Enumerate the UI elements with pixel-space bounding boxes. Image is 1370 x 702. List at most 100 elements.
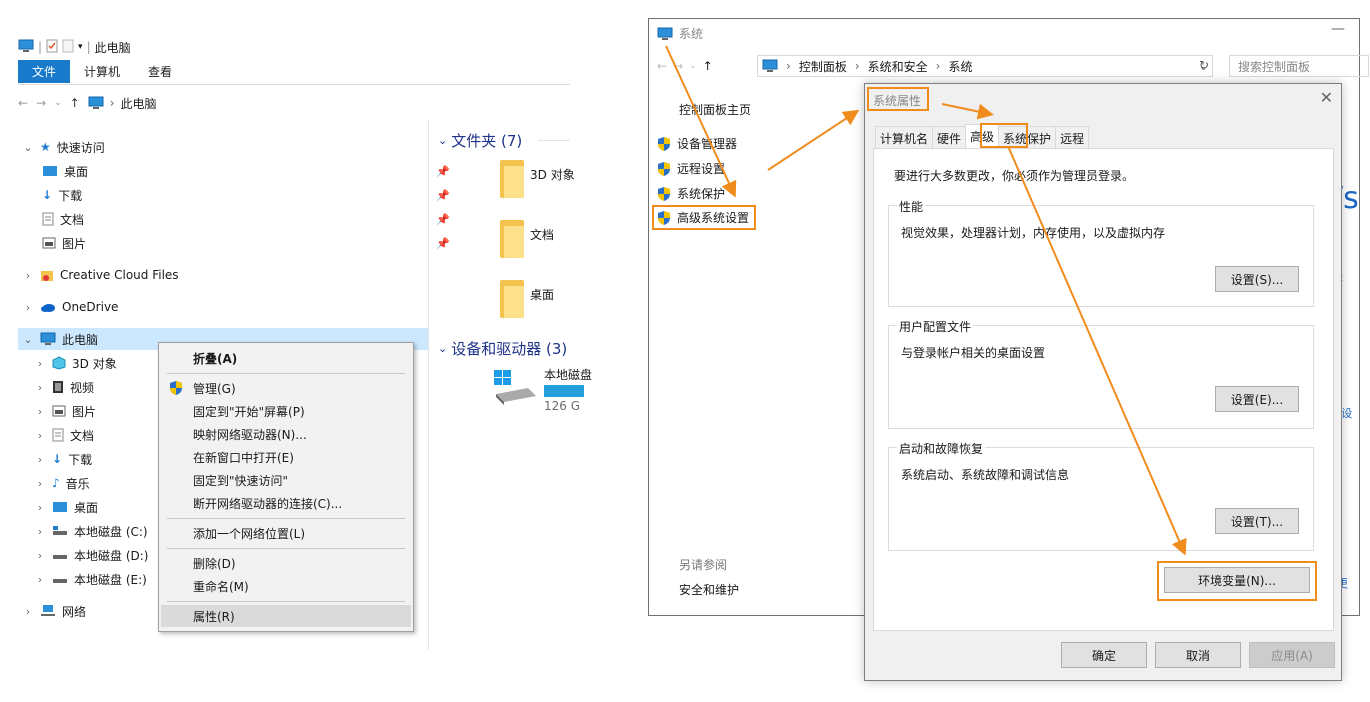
expand-chevron-icon[interactable]: › — [34, 381, 46, 394]
menu-add-network-location[interactable]: 添加一个网络位置(L) — [161, 522, 411, 544]
computer-icon[interactable] — [18, 39, 34, 56]
back-icon[interactable]: ← — [18, 96, 28, 110]
menu-properties[interactable]: 属性(R) — [161, 605, 411, 627]
drive-c-tile[interactable]: 本地磁盘 126 G — [492, 366, 592, 413]
back-icon[interactable]: ← — [657, 59, 667, 73]
forward-icon[interactable]: → — [673, 59, 683, 73]
pin-icon[interactable]: 📌 — [436, 165, 450, 178]
startup-settings-button[interactable]: 设置(T)... — [1215, 508, 1299, 534]
nav-pc-documents[interactable]: › 文档 — [34, 424, 94, 446]
menu-manage[interactable]: 管理(G) — [161, 377, 411, 399]
nav-qa-pictures[interactable]: 图片 📌 — [42, 232, 450, 254]
menu-pin-start[interactable]: 固定到"开始"屏幕(P) — [161, 400, 411, 422]
pin-icon[interactable]: 📌 — [436, 189, 450, 202]
search-input[interactable]: 搜索控制面板 — [1229, 55, 1369, 77]
tab-hardware[interactable]: 硬件 — [932, 126, 967, 148]
close-icon[interactable]: ✕ — [1320, 88, 1333, 107]
address-bar[interactable]: › 控制面板 › 系统和安全 › 系统 ⌄ — [757, 55, 1213, 77]
pin-icon[interactable]: 📌 — [436, 213, 450, 226]
tab-file[interactable]: 文件 — [18, 60, 71, 83]
recent-dropdown-icon[interactable]: ⌄ — [54, 98, 62, 108]
nav-label: 文档 — [60, 212, 85, 227]
recent-dropdown-icon[interactable]: ⌄ — [689, 61, 697, 71]
performance-settings-button[interactable]: 设置(S)... — [1215, 266, 1299, 292]
menu-pin-quick-access[interactable]: 固定到"快速访问" — [161, 469, 411, 491]
collapse-chevron-icon[interactable]: ⌄ — [438, 134, 447, 147]
link-device-manager[interactable]: 设备管理器 — [657, 135, 737, 152]
breadcrumb[interactable]: › 此电脑 — [88, 95, 157, 112]
cancel-button[interactable]: 取消 — [1155, 642, 1241, 668]
nav-network[interactable]: › 网络 — [22, 600, 86, 622]
link-remote-settings[interactable]: 远程设置 — [657, 160, 725, 177]
nav-creative-cloud[interactable]: › Creative Cloud Files — [22, 264, 179, 286]
nav-qa-documents[interactable]: 文档 📌 — [42, 208, 450, 230]
folder-documents[interactable]: 文档 — [500, 218, 554, 258]
expand-chevron-icon[interactable]: › — [22, 605, 34, 618]
forward-icon[interactable]: → — [36, 96, 46, 110]
collapse-chevron-icon[interactable]: ⌄ — [438, 342, 447, 355]
apply-button[interactable]: 应用(A) — [1249, 642, 1335, 668]
nav-pc-drive-d[interactable]: › 本地磁盘 (D:) — [34, 544, 149, 566]
nav-pc-pictures[interactable]: › 图片 — [34, 400, 96, 422]
pin-icon[interactable]: 📌 — [436, 237, 450, 250]
nav-pc-videos[interactable]: › 视频 — [34, 376, 94, 398]
nav-pc-3d-objects[interactable]: › 3D 对象 — [34, 352, 117, 374]
link-security-maintenance[interactable]: 安全和维护 — [679, 581, 739, 598]
expand-chevron-icon[interactable]: › — [34, 429, 46, 442]
nav-qa-downloads[interactable]: ↓ 下载 📌 — [42, 184, 450, 206]
tab-remote[interactable]: 远程 — [1055, 126, 1090, 148]
tab-view[interactable]: 查看 — [134, 60, 186, 83]
expand-chevron-icon[interactable]: › — [22, 269, 34, 282]
nav-pc-desktop[interactable]: › 桌面 — [34, 496, 98, 518]
new-folder-icon[interactable] — [62, 39, 74, 56]
expand-chevron-icon[interactable]: › — [34, 357, 46, 370]
menu-open-new-window[interactable]: 在新窗口中打开(E) — [161, 446, 411, 468]
profiles-settings-button[interactable]: 设置(E)... — [1215, 386, 1299, 412]
menu-map-drive[interactable]: 映射网络驱动器(N)... — [161, 423, 411, 445]
menu-rename[interactable]: 重命名(M) — [161, 575, 411, 597]
qat-dropdown-icon[interactable]: ▾ — [78, 42, 83, 52]
nav-pc-downloads[interactable]: › ↓ 下载 — [34, 448, 92, 470]
crumb-control-panel[interactable]: 控制面板 — [799, 58, 847, 75]
nav-pc-drive-e[interactable]: › 本地磁盘 (E:) — [34, 568, 147, 590]
expand-chevron-icon[interactable]: › — [34, 477, 46, 490]
up-icon[interactable]: ↑ — [70, 96, 80, 110]
menu-delete[interactable]: 删除(D) — [161, 552, 411, 574]
link-control-panel-home[interactable]: 控制面板主页 — [679, 101, 751, 118]
minimize-icon[interactable]: — — [1331, 21, 1345, 37]
tab-computer-name[interactable]: 计算机名 — [875, 126, 934, 148]
properties-icon[interactable] — [46, 39, 58, 56]
menu-disconnect-drive[interactable]: 断开网络驱动器的连接(C)... — [161, 492, 411, 514]
folder-3d-objects[interactable]: 3D 对象 — [500, 158, 575, 198]
crumb-system[interactable]: 系统 — [948, 58, 972, 75]
expand-chevron-icon[interactable]: › — [34, 525, 46, 538]
expand-chevron-icon[interactable]: › — [22, 301, 34, 314]
expand-chevron-icon[interactable]: › — [34, 405, 46, 418]
breadcrumb-this-pc[interactable]: 此电脑 — [121, 95, 157, 112]
nav-qa-desktop[interactable]: 桌面 📌 — [42, 160, 450, 182]
expand-chevron-icon[interactable]: ⌄ — [22, 141, 34, 154]
folder-desktop[interactable]: 桌面 — [500, 278, 554, 318]
tab-computer[interactable]: 计算机 — [70, 60, 134, 83]
nav-onedrive[interactable]: › OneDrive — [22, 296, 119, 318]
pictures-icon — [52, 405, 66, 417]
expand-chevron-icon[interactable]: ⌄ — [22, 333, 34, 346]
nav-pc-drive-c[interactable]: › 本地磁盘 (C:) — [34, 520, 148, 542]
admin-note: 要进行大多数更改，你必须作为管理员登录。 — [894, 169, 1135, 183]
nav-pc-music[interactable]: › ♪ 音乐 — [34, 472, 90, 494]
crumb-system-security[interactable]: 系统和安全 — [868, 58, 928, 75]
group-devices[interactable]: ⌄ 设备和驱动器 (3) — [438, 338, 567, 359]
up-icon[interactable]: ↑ — [703, 59, 713, 73]
nav-quick-access[interactable]: ⌄ ★ 快速访问 — [22, 136, 104, 158]
pane-divider — [428, 120, 429, 650]
refresh-icon[interactable]: ↻ — [1199, 58, 1209, 72]
group-legend: 性能 — [897, 198, 926, 215]
expand-chevron-icon[interactable]: › — [34, 453, 46, 466]
menu-collapse[interactable]: 折叠(A) — [161, 347, 411, 369]
link-system-protection[interactable]: 系统保护 — [657, 185, 725, 202]
expand-chevron-icon[interactable]: › — [34, 501, 46, 514]
expand-chevron-icon[interactable]: › — [34, 573, 46, 586]
expand-chevron-icon[interactable]: › — [34, 549, 46, 562]
ok-button[interactable]: 确定 — [1061, 642, 1147, 668]
group-folders[interactable]: ⌄ 文件夹 (7) — [438, 130, 522, 151]
